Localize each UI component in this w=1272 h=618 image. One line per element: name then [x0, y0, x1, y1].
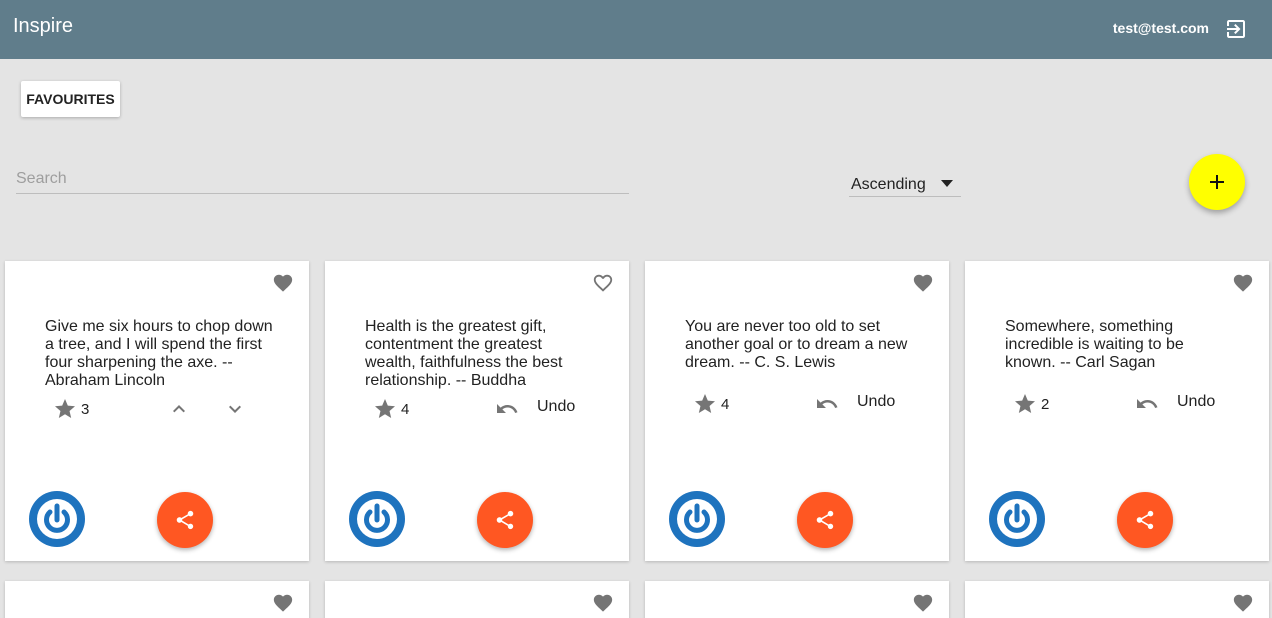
heart-filled-icon[interactable]: [592, 592, 614, 614]
avatar-power-icon[interactable]: [29, 491, 85, 547]
app-title: Inspire: [13, 15, 74, 37]
star-icon: [695, 394, 715, 413]
quote-card: [325, 581, 629, 618]
undo-button[interactable]: Undo: [537, 398, 575, 416]
undo-button[interactable]: Undo: [857, 393, 895, 411]
vote-count: 3: [81, 401, 90, 418]
quote-card: Health is the greatest gift, contentment…: [325, 261, 629, 561]
heart-filled-icon[interactable]: [912, 592, 934, 614]
quote-text: Give me six hours to chop down a tree, a…: [45, 318, 273, 389]
search-input[interactable]: [16, 164, 629, 194]
share-button[interactable]: [1117, 492, 1173, 548]
share-button[interactable]: [157, 492, 213, 548]
app-bar: Inspire test@test.com: [0, 0, 1272, 59]
quote-card: [965, 581, 1269, 618]
vote-count: 2: [1041, 396, 1050, 413]
star-icon: [375, 399, 395, 418]
quote-card: Give me six hours to chop down a tree, a…: [5, 261, 309, 561]
undo-icon[interactable]: [815, 392, 839, 416]
quote-card: Somewhere, something incredible is waiti…: [965, 261, 1269, 561]
heart-filled-icon[interactable]: [1232, 592, 1254, 614]
add-quote-button[interactable]: [1189, 154, 1245, 210]
share-icon: [176, 510, 194, 530]
avatar-power-icon[interactable]: [349, 491, 405, 547]
quote-card: [645, 581, 949, 618]
avatar-power-icon[interactable]: [989, 491, 1045, 547]
downvote-icon[interactable]: [223, 397, 247, 421]
vote-count: 4: [721, 396, 730, 413]
quote-card: You are never too old to set another goa…: [645, 261, 949, 561]
share-button[interactable]: [797, 492, 853, 548]
user-email: test@test.com: [1112, 20, 1209, 36]
quote-card: [5, 581, 309, 618]
quote-text: You are never too old to set another goa…: [685, 318, 908, 371]
vote-count: 4: [401, 401, 410, 418]
undo-icon[interactable]: [1135, 392, 1159, 416]
favourites-button[interactable]: FAVOURITES: [21, 81, 120, 117]
undo-button[interactable]: Undo: [1177, 393, 1215, 411]
plus-icon: [1210, 175, 1224, 189]
avatar-power-icon[interactable]: [669, 491, 725, 547]
share-icon: [1136, 510, 1154, 530]
sort-select[interactable]: Ascending: [849, 174, 961, 197]
quote-text: Health is the greatest gift, contentment…: [365, 318, 563, 389]
heart-filled-icon[interactable]: [272, 272, 294, 294]
heart-filled-icon[interactable]: [912, 272, 934, 294]
heart-outline-icon[interactable]: [592, 272, 614, 294]
share-button[interactable]: [477, 492, 533, 548]
sort-value: Ascending: [851, 176, 926, 193]
share-icon: [816, 510, 834, 530]
heart-filled-icon[interactable]: [272, 592, 294, 614]
dropdown-arrow-icon: [941, 180, 953, 187]
share-icon: [496, 510, 514, 530]
upvote-icon[interactable]: [167, 397, 191, 421]
logout-icon[interactable]: [1224, 17, 1248, 41]
undo-icon[interactable]: [495, 397, 519, 421]
star-icon: [1015, 394, 1035, 413]
star-icon: [55, 399, 75, 418]
heart-filled-icon[interactable]: [1232, 272, 1254, 294]
quote-text: Somewhere, something incredible is waiti…: [1005, 318, 1184, 371]
